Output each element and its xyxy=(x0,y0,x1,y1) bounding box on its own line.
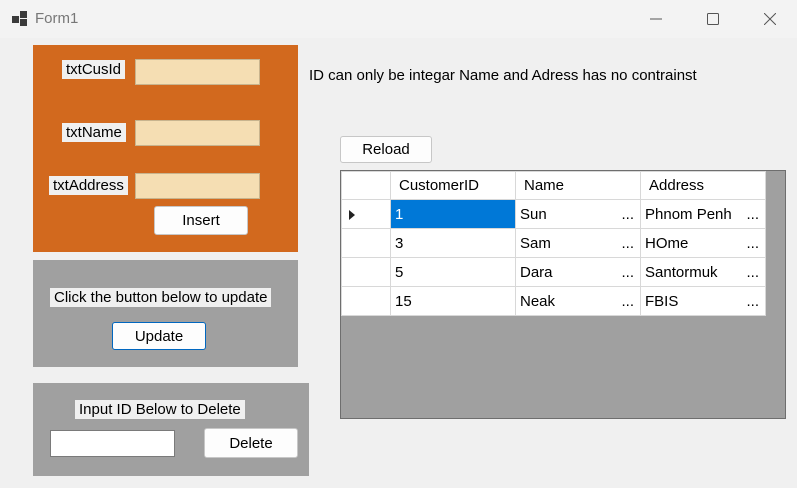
title-bar: Form1 xyxy=(0,0,797,38)
cell-ellipsis: ... xyxy=(746,205,759,223)
cell-address[interactable]: Santormuk... xyxy=(640,257,766,287)
table-row[interactable]: 15 Neak... FBIS... xyxy=(341,286,766,316)
column-header-address[interactable]: Address xyxy=(640,171,766,200)
cell-ellipsis: ... xyxy=(621,205,634,223)
cell-text: HOme xyxy=(645,234,689,252)
cell-address[interactable]: HOme... xyxy=(640,228,766,258)
cell-ellipsis: ... xyxy=(621,263,634,281)
cell-text: Dara xyxy=(520,263,553,281)
row-header-corner xyxy=(341,171,391,200)
customer-table: CustomerID Name Address 1 Sun... Phnom P… xyxy=(341,171,766,316)
cell-name[interactable]: Sam... xyxy=(515,228,641,258)
cell-name[interactable]: Dara... xyxy=(515,257,641,287)
update-button[interactable]: Update xyxy=(112,322,206,350)
table-row[interactable]: 1 Sun... Phnom Penh... xyxy=(341,199,766,229)
column-header-customerid[interactable]: CustomerID xyxy=(390,171,516,200)
name-input[interactable] xyxy=(135,120,260,146)
cell-text: Santormuk xyxy=(645,263,718,281)
window-title: Form1 xyxy=(35,10,79,27)
cusid-input[interactable] xyxy=(135,59,260,85)
maximize-button[interactable] xyxy=(684,0,742,38)
delete-button[interactable]: Delete xyxy=(204,428,298,458)
delete-label: Input ID Below to Delete xyxy=(75,400,245,419)
cell-text: Sun xyxy=(520,205,547,223)
cusid-label: txtCusId xyxy=(62,60,126,79)
delete-panel: Input ID Below to Delete Delete xyxy=(33,383,309,476)
current-row-arrow-icon xyxy=(349,210,355,220)
cell-address[interactable]: FBIS... xyxy=(640,286,766,316)
maximize-icon xyxy=(707,13,719,25)
table-row[interactable]: 5 Dara... Santormuk... xyxy=(341,257,766,287)
row-header[interactable] xyxy=(341,257,391,287)
row-header[interactable] xyxy=(341,228,391,258)
app-icon xyxy=(12,11,28,27)
minimize-icon xyxy=(650,18,662,20)
customer-grid[interactable]: CustomerID Name Address 1 Sun... Phnom P… xyxy=(340,170,786,419)
update-label: Click the button below to update xyxy=(50,288,272,307)
cell-customerid[interactable]: 3 xyxy=(390,228,516,258)
minimize-button[interactable] xyxy=(627,0,685,38)
cell-customerid[interactable]: 1 xyxy=(390,199,516,229)
address-input[interactable] xyxy=(135,173,260,199)
cell-text: Sam xyxy=(520,234,551,252)
cell-customerid[interactable]: 5 xyxy=(390,257,516,287)
cell-ellipsis: ... xyxy=(746,292,759,310)
cell-name[interactable]: Neak... xyxy=(515,286,641,316)
cell-text: Neak xyxy=(520,292,556,310)
cell-ellipsis: ... xyxy=(746,234,759,252)
row-header[interactable] xyxy=(341,286,391,316)
cell-ellipsis: ... xyxy=(621,234,634,252)
address-label: txtAddress xyxy=(49,176,128,195)
cell-text: Phnom Penh xyxy=(645,205,732,223)
cell-address[interactable]: Phnom Penh... xyxy=(640,199,766,229)
insert-button[interactable]: Insert xyxy=(154,206,248,235)
update-panel: Click the button below to update Update xyxy=(33,260,298,367)
cell-ellipsis: ... xyxy=(746,263,759,281)
name-label: txtName xyxy=(62,123,126,142)
column-header-name[interactable]: Name xyxy=(515,171,641,200)
insert-panel: txtCusId txtName txtAddress Insert xyxy=(33,45,298,252)
cell-name[interactable]: Sun... xyxy=(515,199,641,229)
reload-button[interactable]: Reload xyxy=(340,136,432,163)
close-button[interactable] xyxy=(741,0,797,38)
delete-id-input[interactable] xyxy=(50,430,175,457)
cell-ellipsis: ... xyxy=(621,292,634,310)
cell-customerid[interactable]: 15 xyxy=(390,286,516,316)
close-icon xyxy=(764,13,776,25)
cell-text: FBIS xyxy=(645,292,679,310)
row-header[interactable] xyxy=(341,199,391,229)
grid-header-row: CustomerID Name Address xyxy=(341,171,766,200)
constraint-info-text: ID can only be integar Name and Adress h… xyxy=(309,67,697,84)
table-row[interactable]: 3 Sam... HOme... xyxy=(341,228,766,258)
